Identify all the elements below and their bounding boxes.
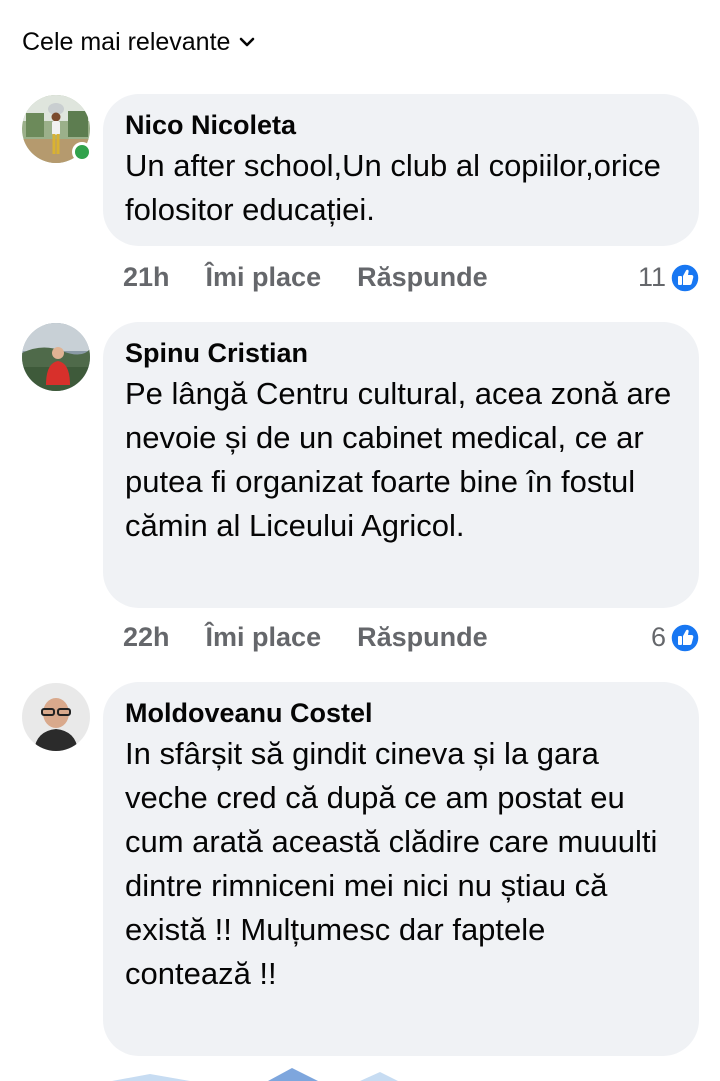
comment-bubble: Spinu Cristian Pe lângă Centru cultural,… — [103, 322, 699, 608]
reaction-summary[interactable]: 6 — [651, 622, 700, 653]
reaction-count: 6 — [650, 622, 666, 652]
comment-timestamp[interactable]: 22h — [123, 622, 170, 653]
sort-label: Cele mai relevante — [22, 27, 231, 56]
comment-author[interactable]: Moldoveanu Costel — [125, 696, 677, 730]
comment-timestamp[interactable]: 21h — [123, 262, 170, 293]
next-content-peek — [0, 1062, 720, 1081]
like-reaction-icon — [670, 262, 700, 293]
comment-author[interactable]: Spinu Cristian — [125, 336, 677, 370]
comment-text: Pe lângă Centru cultural, acea zonă are … — [125, 376, 672, 543]
comment-bubble: Nico Nicoleta Un after school,Un club al… — [103, 94, 699, 246]
reply-button[interactable]: Răspunde — [357, 622, 488, 653]
like-reaction-icon — [670, 622, 700, 653]
comment-actions: 22h Îmi place Răspunde — [123, 622, 488, 653]
online-status-indicator — [72, 142, 92, 162]
avatar[interactable] — [22, 323, 90, 391]
comment-actions: 21h Îmi place Răspunde — [123, 262, 488, 293]
chevron-down-icon — [238, 33, 256, 51]
reaction-count: 11 — [637, 262, 666, 292]
like-button[interactable]: Îmi place — [206, 622, 322, 653]
comment-author[interactable]: Nico Nicoleta — [125, 108, 677, 142]
like-button[interactable]: Îmi place — [206, 262, 322, 293]
reaction-summary[interactable]: 11 — [638, 262, 700, 293]
comment-bubble: Moldoveanu Costel In sfârșit să gindit c… — [103, 682, 699, 1056]
sort-selector[interactable]: Cele mai relevante — [22, 22, 256, 62]
comment-text: In sfârșit să gindit cineva și la gara v… — [125, 736, 658, 991]
avatar[interactable] — [22, 683, 90, 751]
reply-button[interactable]: Răspunde — [357, 262, 488, 293]
comment-text: Un after school,Un club al copiilor,oric… — [125, 148, 661, 227]
